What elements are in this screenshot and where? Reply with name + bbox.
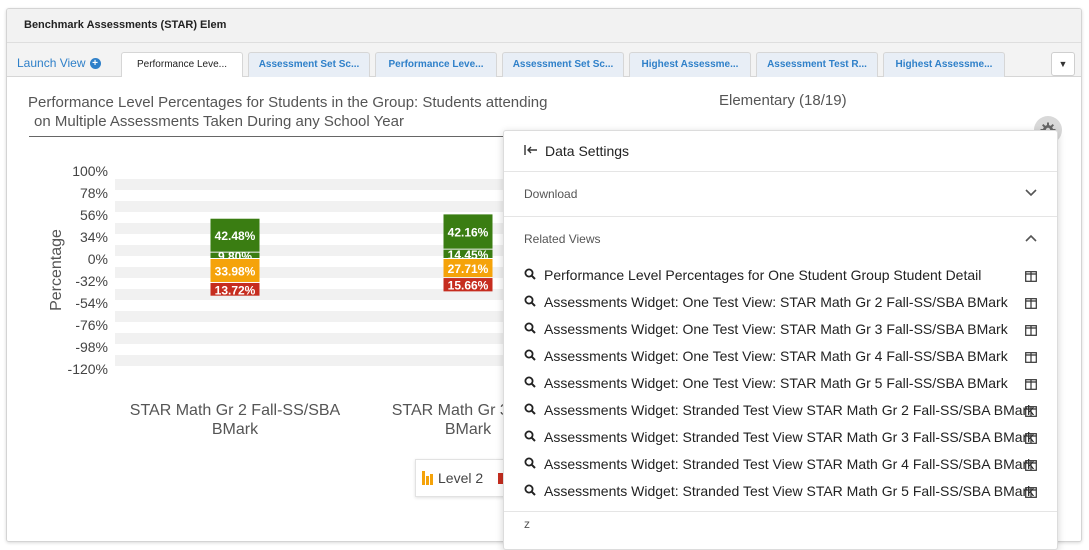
related-view-label: Assessments Widget: Stranded Test View S… (544, 428, 1035, 445)
download-label: Download (524, 187, 578, 201)
widget-title: Benchmark Assessments (STAR) Elem (24, 19, 227, 31)
y-tick-label: -54% (75, 295, 108, 311)
legend-label-level-2: Level 2 (438, 470, 484, 486)
related-view-label: Assessments Widget: Stranded Test View S… (544, 455, 1035, 472)
menu-next-section: z (524, 517, 530, 531)
related-views-section[interactable]: Related Views (504, 217, 1057, 261)
y-tick-label: -98% (75, 339, 108, 355)
widget-header: Benchmark Assessments (STAR) Elem (7, 9, 1081, 43)
data-label: 27.71% (448, 262, 489, 276)
chevron-down-icon (1025, 188, 1037, 200)
tab-highest-assessment-2[interactable]: Highest Assessme... (883, 52, 1005, 78)
search-icon (524, 294, 536, 310)
y-tick-label: -32% (75, 273, 108, 289)
related-view-link[interactable]: Assessments Widget: One Test View: STAR … (504, 342, 1057, 369)
open-panel-icon[interactable] (1025, 323, 1037, 339)
bar-chart-icon (422, 471, 433, 485)
related-view-link[interactable]: Assessments Widget: Stranded Test View S… (504, 423, 1057, 450)
grid-band (115, 355, 507, 366)
chevron-up-icon (1025, 233, 1037, 245)
grid-band (115, 311, 507, 322)
related-view-link[interactable]: Performance Level Percentages for One St… (504, 261, 1057, 288)
data-settings-back[interactable]: Data Settings (504, 131, 1057, 172)
related-view-link[interactable]: Assessments Widget: Stranded Test View S… (504, 450, 1057, 477)
launch-view-link[interactable]: Launch View + (17, 56, 101, 70)
related-view-link[interactable]: Assessments Widget: One Test View: STAR … (504, 369, 1057, 396)
related-view-label: Assessments Widget: Stranded Test View S… (544, 482, 1035, 499)
y-axis-label: Percentage (48, 229, 65, 311)
data-label: 42.16% (448, 226, 489, 240)
search-icon (524, 402, 536, 418)
data-label: 13.72% (215, 283, 256, 297)
tab-highest-assessment-1[interactable]: Highest Assessme... (629, 52, 751, 78)
y-tick-label: 78% (80, 185, 108, 201)
y-tick-label: 56% (80, 207, 108, 223)
grid-band (115, 201, 507, 212)
search-icon (524, 429, 536, 445)
related-view-label: Assessments Widget: One Test View: STAR … (544, 347, 1008, 364)
open-panel-icon[interactable] (1025, 458, 1037, 474)
caret-down-icon[interactable]: ▼ (1051, 52, 1075, 76)
related-view-link[interactable]: Assessments Widget: Stranded Test View S… (504, 396, 1057, 423)
tab-performance-level-2[interactable]: Performance Leve... (375, 52, 497, 78)
data-settings-title: Data Settings (545, 143, 630, 159)
x-category-label: BMark (212, 421, 259, 438)
y-tick-label: 34% (80, 229, 108, 245)
related-view-label: Assessments Widget: One Test View: STAR … (544, 293, 1008, 310)
grid-band (115, 179, 507, 190)
open-panel-icon[interactable] (1025, 269, 1037, 285)
data-label: 42.48% (215, 229, 256, 243)
open-panel-icon[interactable] (1025, 350, 1037, 366)
x-category-label: BMark (445, 421, 492, 438)
related-view-label: Assessments Widget: One Test View: STAR … (544, 374, 1008, 391)
tab-bar: Launch View + Performance Leve... Assess… (7, 43, 1081, 79)
related-views-label: Related Views (524, 232, 601, 246)
search-icon (524, 348, 536, 364)
plus-circle-icon: + (89, 57, 101, 69)
open-panel-icon[interactable] (1025, 431, 1037, 447)
tab-performance-level-1[interactable]: Performance Leve... (121, 52, 243, 79)
data-settings-menu: Data Settings Download Related Views Per… (503, 130, 1058, 550)
data-label: 33.98% (215, 264, 256, 278)
y-tick-label: -76% (75, 317, 108, 333)
related-views-list: Performance Level Percentages for One St… (504, 261, 1057, 504)
launch-view-label: Launch View (17, 56, 86, 70)
y-tick-label: 100% (72, 163, 108, 179)
search-icon (524, 375, 536, 391)
y-tick-label: -120% (68, 361, 108, 377)
back-arrow-icon (524, 143, 538, 159)
download-section[interactable]: Download (504, 172, 1057, 217)
open-panel-icon[interactable] (1025, 485, 1037, 501)
tab-assessment-set-2[interactable]: Assessment Set Sc... (502, 52, 624, 78)
x-category-label: STAR Math Gr 2 Fall-SS/SBA (130, 402, 341, 419)
y-tick-label: 0% (88, 251, 108, 267)
related-view-link[interactable]: Assessments Widget: One Test View: STAR … (504, 315, 1057, 342)
grid-band (115, 333, 507, 344)
related-view-label: Assessments Widget: One Test View: STAR … (544, 320, 1008, 337)
open-panel-icon[interactable] (1025, 404, 1037, 420)
data-label: 15.66% (448, 279, 489, 293)
search-icon (524, 483, 536, 499)
open-panel-icon[interactable] (1025, 377, 1037, 393)
related-view-link[interactable]: Assessments Widget: One Test View: STAR … (504, 288, 1057, 315)
menu-divider (504, 511, 1057, 512)
tab-assessment-set-1[interactable]: Assessment Set Sc... (248, 52, 370, 78)
related-view-link[interactable]: Assessments Widget: Stranded Test View S… (504, 477, 1057, 504)
search-icon (524, 267, 536, 283)
search-icon (524, 456, 536, 472)
search-icon (524, 321, 536, 337)
tab-assessment-test-r[interactable]: Assessment Test R... (756, 52, 878, 78)
related-view-label: Performance Level Percentages for One St… (544, 266, 982, 283)
open-panel-icon[interactable] (1025, 296, 1037, 312)
related-view-label: Assessments Widget: Stranded Test View S… (544, 401, 1035, 418)
